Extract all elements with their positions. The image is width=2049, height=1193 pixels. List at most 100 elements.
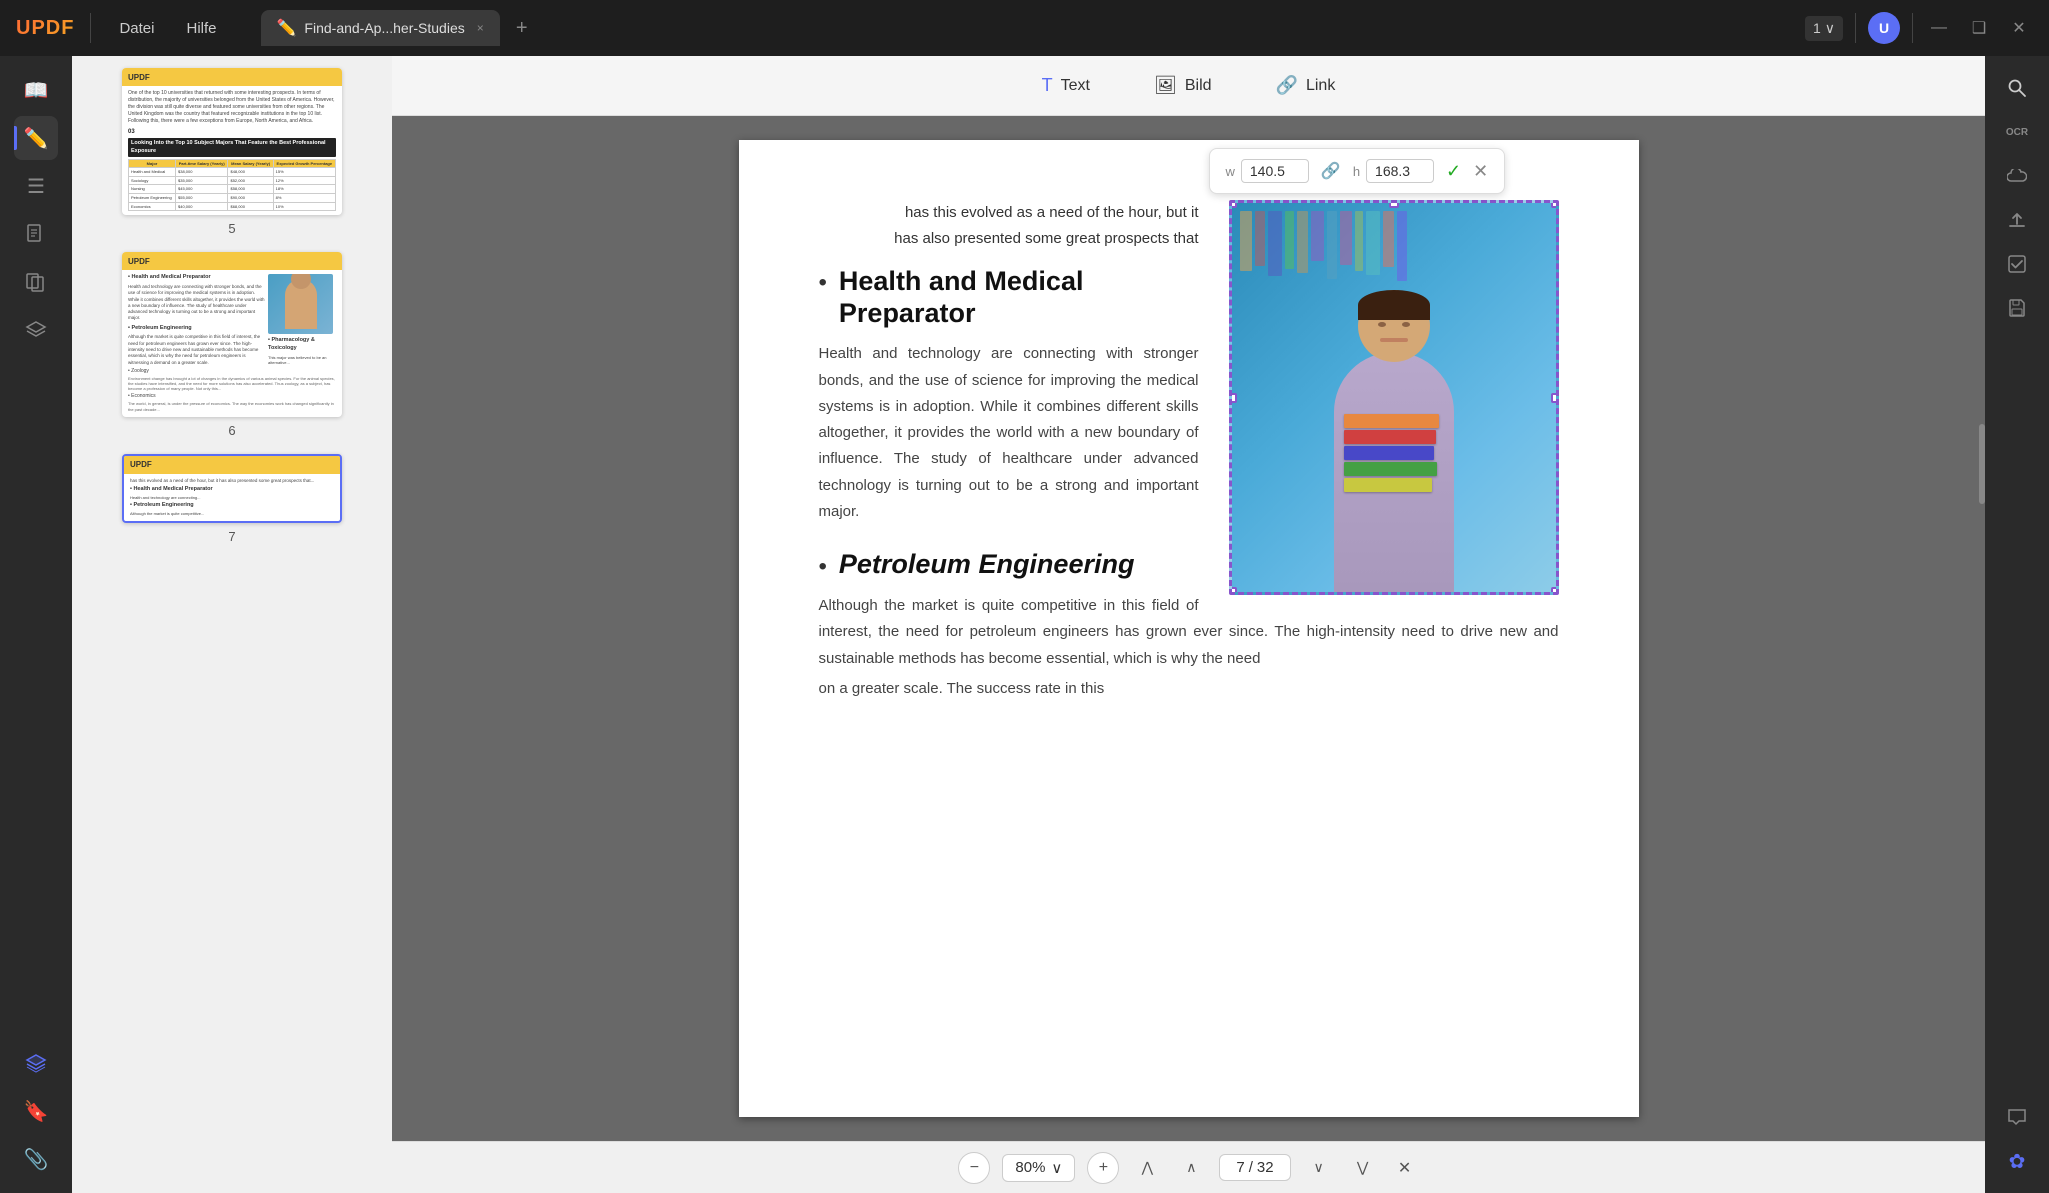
search-btn[interactable] [1997, 68, 2037, 108]
thumb-header-5: UPDF [122, 68, 342, 86]
current-page-num[interactable]: 7 [1236, 1159, 1244, 1176]
app-logo: UPDF [16, 17, 74, 40]
page-chevron-icon: ∨ [1825, 20, 1835, 37]
bullet-2-dot: • [819, 553, 827, 581]
link-icon[interactable]: 🔗 [1321, 161, 1341, 181]
ocr-btn[interactable]: OCR [1997, 112, 2037, 152]
maximize-button[interactable]: ❑ [1965, 14, 1993, 42]
h-label: h [1353, 164, 1360, 179]
tab-bar: ✏️ Find-and-Ap...her-Studies × + [261, 10, 1797, 46]
cancel-dims-btn[interactable]: ✕ [1473, 161, 1488, 182]
thumb-num-5: 5 [228, 221, 235, 236]
thumbnail-6[interactable]: UPDF • Health and Medical Preparator Hea… [122, 252, 342, 438]
thumb-header-6: UPDF [122, 252, 342, 270]
thumbnail-7[interactable]: UPDF has this evolved as a need of the h… [122, 454, 342, 544]
doc-toolbar: T Text 🖼 Bild 🔗 Link [392, 56, 1985, 116]
thumb-num-7: 7 [228, 529, 235, 544]
first-page-btn[interactable]: ⋀ [1131, 1152, 1163, 1184]
sidebar-item-pen[interactable]: ✏️ [14, 116, 58, 160]
tab-title: Find-and-Ap...her-Studies [304, 20, 464, 36]
zoom-in-btn[interactable]: + [1087, 1152, 1119, 1184]
thumb-table-5: MajorPart-time Salary (Yearly)Mean Salar… [128, 159, 336, 212]
image-dimensions-overlay: w 🔗 h ✓ ✕ [1209, 148, 1506, 194]
thumb-card-7[interactable]: UPDF has this evolved as a need of the h… [122, 454, 342, 523]
tab-close-btn[interactable]: × [477, 21, 484, 35]
link-tool-icon: 🔗 [1276, 75, 1298, 96]
sidebar-item-page[interactable] [14, 212, 58, 256]
cloud-btn[interactable] [1997, 156, 2037, 196]
link-tool-label: Link [1306, 77, 1335, 95]
thumb-card-6[interactable]: UPDF • Health and Medical Preparator Hea… [122, 252, 342, 417]
zoom-out-btn[interactable]: − [958, 1152, 990, 1184]
thumbnail-panel[interactable]: UPDF One of the top 10 universities that… [72, 56, 392, 1193]
bullet-2-heading: Petroleum Engineering [839, 549, 1135, 580]
thumb-logo-6: UPDF [128, 257, 150, 266]
close-window-button[interactable]: ✕ [2005, 14, 2033, 42]
thumbnail-5[interactable]: UPDF One of the top 10 universities that… [122, 68, 342, 236]
height-field: h [1353, 159, 1434, 183]
image-container[interactable]: w 🔗 h ✓ ✕ [1229, 200, 1559, 595]
toolbar-bild-btn[interactable]: 🖼 Bild [1134, 67, 1232, 104]
bild-tool-icon: 🖼 [1154, 75, 1177, 96]
top-bar-right: 1 ∨ U — ❑ ✕ [1805, 12, 2033, 44]
left-sidebar: 📖 ✏️ ☰ [0, 56, 72, 1193]
bullet-2-para-end: on a greater scale. The success rate in … [819, 676, 1559, 702]
sidebar-item-layers-colored[interactable] [14, 1041, 58, 1085]
zoom-dropdown-icon[interactable]: ∨ [1051, 1159, 1062, 1177]
page-number-nav[interactable]: 1 ∨ [1805, 16, 1843, 41]
thumb-logo-7: UPDF [130, 460, 152, 469]
sidebar-item-layers[interactable] [14, 308, 58, 352]
thumb-content-5: One of the top 10 universities that retu… [122, 86, 342, 215]
width-field: w [1226, 159, 1309, 183]
thumb-card-5[interactable]: UPDF One of the top 10 universities that… [122, 68, 342, 215]
text-tool-icon: T [1042, 75, 1053, 96]
last-page-btn[interactable]: ⋁ [1347, 1152, 1379, 1184]
bullet-1-heading: Health and Medical Preparator [839, 265, 1199, 330]
w-label: w [1226, 164, 1235, 179]
document-area: T Text 🖼 Bild 🔗 Link [392, 56, 1985, 1193]
sidebar-item-book[interactable]: 📖 [14, 68, 58, 112]
zoom-level: 80% [1015, 1159, 1045, 1176]
width-input[interactable] [1241, 159, 1309, 183]
zoom-display[interactable]: 80% ∨ [1002, 1154, 1075, 1182]
confirm-dims-btn[interactable]: ✓ [1446, 161, 1461, 182]
height-input[interactable] [1366, 159, 1434, 183]
scroll-thumb[interactable] [1979, 424, 1985, 504]
tab-edit-icon: ✏️ [277, 18, 297, 38]
save-btn[interactable] [1997, 288, 2037, 328]
page-separator: / [1249, 1159, 1253, 1176]
thumb-img-6 [268, 274, 333, 334]
toolbar-link-btn[interactable]: 🔗 Link [1256, 67, 1356, 104]
text-tool-label: Text [1061, 77, 1090, 95]
active-tab[interactable]: ✏️ Find-and-Ap...her-Studies × [261, 10, 500, 46]
thumb-num-6: 6 [228, 423, 235, 438]
new-tab-button[interactable]: + [508, 14, 536, 42]
top-bar: UPDF Datei Hilfe ✏️ Find-and-Ap...her-St… [0, 0, 2049, 56]
user-avatar[interactable]: U [1868, 12, 1900, 44]
bullet-2-para: Although the market is quite competitive… [819, 593, 1559, 672]
thumb-content-7: has this evolved as a need of the hour, … [124, 474, 340, 521]
scroll-track[interactable] [1977, 116, 1985, 1141]
sidebar-item-page2[interactable] [14, 260, 58, 304]
prev-page-btn[interactable]: ∧ [1175, 1152, 1207, 1184]
thumb-content-6: • Health and Medical Preparator Health a… [122, 270, 342, 417]
sidebar-item-bookmark[interactable]: 🔖 [14, 1089, 58, 1133]
page-indicator: 7 / 32 [1219, 1154, 1290, 1181]
thumb-logo-5: UPDF [128, 73, 150, 82]
upload-btn[interactable] [1997, 200, 2037, 240]
next-page-btn[interactable]: ∨ [1303, 1152, 1335, 1184]
doc-scroll-area[interactable]: w 🔗 h ✓ ✕ [392, 116, 1985, 1141]
check-btn[interactable] [1997, 244, 2037, 284]
sidebar-item-clip[interactable]: 📎 [14, 1137, 58, 1181]
sidebar-item-lines[interactable]: ☰ [14, 164, 58, 208]
menu-hilfe[interactable]: Hilfe [174, 16, 228, 41]
comment-btn[interactable] [1997, 1097, 2037, 1137]
toolbar-text-btn[interactable]: T Text [1022, 67, 1110, 104]
flower-btn[interactable]: ✿ [1997, 1141, 2037, 1181]
total-pages: 32 [1257, 1159, 1274, 1176]
selected-image[interactable] [1229, 200, 1559, 595]
close-nav-btn[interactable]: ✕ [1391, 1154, 1419, 1182]
minimize-button[interactable]: — [1925, 14, 1953, 42]
bottom-toolbar: − 80% ∨ + ⋀ ∧ 7 / 32 ∨ ⋁ ✕ [392, 1141, 1985, 1193]
menu-datei[interactable]: Datei [107, 16, 166, 41]
